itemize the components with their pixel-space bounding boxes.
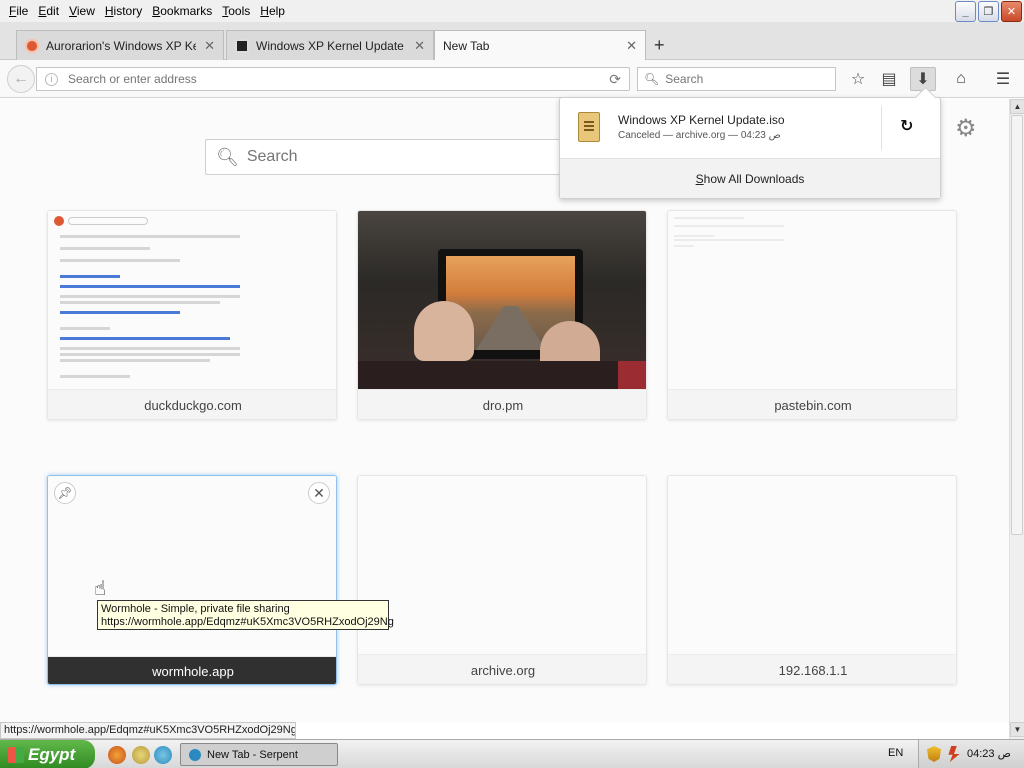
tile-thumbnail <box>668 211 956 389</box>
tab-new-tab[interactable]: New Tab ✕ <box>434 30 646 60</box>
close-window-button[interactable]: ✕ <box>1001 1 1022 22</box>
tile-label: dro.pm <box>358 389 646 419</box>
tile-label: duckduckgo.com <box>48 389 336 419</box>
network-icon[interactable] <box>948 746 960 762</box>
search-icon: 🔍︎ <box>216 146 239 167</box>
system-tray: 04:23 ص <box>918 740 1024 768</box>
duckduckgo-icon <box>25 38 39 53</box>
tile-label: pastebin.com <box>668 389 956 419</box>
tile-label: archive.org <box>358 654 646 684</box>
new-tab-button[interactable]: + <box>654 35 665 56</box>
tile-label: wormhole.app <box>48 656 336 684</box>
archive-file-icon <box>578 112 600 142</box>
close-tab-icon[interactable]: ✕ <box>626 38 637 54</box>
newtab-search-input[interactable] <box>246 148 547 166</box>
windows-flag-icon <box>8 746 24 763</box>
taskbar-window-button[interactable]: New Tab - Serpent <box>180 743 338 766</box>
nav-bar: ← i ⟳ 🔍︎ ☆ ▤ ⬇ ⌂ ☰ <box>0 60 1024 98</box>
back-button[interactable]: ← <box>7 65 35 93</box>
close-icon[interactable]: ✕ <box>308 482 330 504</box>
status-link: https://wormhole.app/Edqmz#uK5Xmc3VO5RHZ… <box>0 722 296 739</box>
menu-bar: File Edit View History Bookmarks Tools H… <box>0 0 1024 22</box>
search-bar[interactable]: 🔍︎ <box>637 67 836 91</box>
tab-archive[interactable]: Windows XP Kernel Update : Fr ✕ <box>226 30 434 60</box>
duckduckgo-thumbnail <box>54 215 334 385</box>
divider <box>881 106 882 150</box>
download-item[interactable]: Windows XP Kernel Update.iso Canceled — … <box>560 98 940 158</box>
menu-tools[interactable]: Tools <box>217 1 255 21</box>
serpent-icon[interactable] <box>154 746 172 764</box>
clock: 04:23 ص <box>967 748 1011 760</box>
archive-icon <box>235 38 249 53</box>
tile-thumbnail <box>358 476 646 654</box>
menu-edit[interactable]: Edit <box>33 1 64 21</box>
tile-router[interactable]: 192.168.1.1 <box>667 475 957 685</box>
newtab-search[interactable]: 🔍︎ <box>205 139 585 175</box>
menu-view[interactable]: View <box>64 1 100 21</box>
tile-thumbnail <box>358 211 646 389</box>
menu-hamburger-icon[interactable]: ☰ <box>990 67 1016 91</box>
security-shield-icon[interactable] <box>927 746 941 762</box>
url-bar[interactable]: i ⟳ <box>36 67 630 91</box>
menu-file[interactable]: File <box>4 1 33 21</box>
search-input[interactable] <box>665 72 826 86</box>
reload-icon[interactable]: ⟳ <box>609 71 621 88</box>
tooltip-url: https://wormhole.app/Edqmz#uK5Xmc3VO5RHZ… <box>101 616 394 628</box>
pin-icon[interactable]: 📌︎ <box>54 482 76 504</box>
tab-title: Aurorarion's Windows XP Kernel <box>46 38 196 53</box>
tile-thumbnail <box>48 211 336 389</box>
show-all-downloads-button[interactable]: Show All Downloads <box>560 158 940 198</box>
menu-history[interactable]: History <box>100 1 147 21</box>
tile-dro-pm[interactable]: dro.pm <box>357 210 647 420</box>
tooltip-title: Wormhole - Simple, private file sharing <box>101 603 290 615</box>
window-controls: _ ❐ ✕ <box>955 1 1022 22</box>
search-icon: 🔍︎ <box>644 72 660 86</box>
downloads-icon[interactable]: ⬇ <box>910 67 936 91</box>
retry-icon[interactable]: ↻ <box>900 116 913 136</box>
home-icon[interactable]: ⌂ <box>948 67 974 91</box>
scroll-up-icon[interactable]: ▲ <box>1010 99 1024 114</box>
tile-duckduckgo[interactable]: duckduckgo.com <box>47 210 337 420</box>
scroll-down-icon[interactable]: ▼ <box>1010 722 1024 737</box>
info-icon[interactable]: i <box>45 72 58 86</box>
download-status: Canceled — archive.org — 04:23 ص <box>618 130 781 141</box>
tab-title: Windows XP Kernel Update : Fr <box>256 38 406 53</box>
menu-help[interactable]: Help <box>255 1 290 21</box>
tablet-photo-thumbnail <box>358 211 646 389</box>
vertical-scrollbar[interactable]: ▲ ▼ <box>1009 99 1024 739</box>
firefox-icon[interactable] <box>108 746 126 764</box>
tile-thumbnail <box>668 476 956 654</box>
hand-cursor-icon: ☝ <box>94 578 107 600</box>
close-tab-icon[interactable]: ✕ <box>414 38 425 54</box>
tile-wormhole[interactable]: 📌︎ ✕ wormhole.app <box>47 475 337 685</box>
tile-archive[interactable]: archive.org <box>357 475 647 685</box>
url-input[interactable] <box>68 72 610 86</box>
taskbar: Egypt New Tab - Serpent EN 04:23 ص <box>0 739 1024 768</box>
tile-label: 192.168.1.1 <box>668 654 956 684</box>
task-label: New Tab - Serpent <box>207 748 298 761</box>
download-file-name: Windows XP Kernel Update.iso <box>618 113 785 127</box>
menu-bookmarks[interactable]: Bookmarks <box>147 1 217 21</box>
tab-strip: Aurorarion's Windows XP Kernel ✕ Windows… <box>0 22 1024 60</box>
scrollbar-thumb[interactable] <box>1011 115 1023 535</box>
close-tab-icon[interactable]: ✕ <box>204 38 215 54</box>
bookmark-star-icon[interactable]: ☆ <box>845 67 871 91</box>
quicklaunch-icon[interactable] <box>132 746 150 764</box>
show-all-label: Show All Downloads <box>695 171 805 186</box>
language-indicator[interactable]: EN <box>888 747 903 759</box>
start-label: Egypt <box>28 744 76 764</box>
tab-title: New Tab <box>443 38 490 53</box>
downloads-panel: Windows XP Kernel Update.iso Canceled — … <box>559 97 941 199</box>
tooltip: Wormhole - Simple, private file sharing … <box>97 600 394 630</box>
restore-button[interactable]: ❐ <box>978 1 999 22</box>
tab-duckduckgo[interactable]: Aurorarion's Windows XP Kernel ✕ <box>16 30 224 60</box>
minimize-button[interactable]: _ <box>955 1 976 22</box>
start-button[interactable]: Egypt <box>0 740 95 768</box>
serpent-icon <box>189 748 201 761</box>
gear-icon[interactable]: ⚙ <box>955 114 977 143</box>
reading-list-icon[interactable]: ▤ <box>876 67 902 91</box>
tile-pastebin[interactable]: pastebin.com <box>667 210 957 420</box>
